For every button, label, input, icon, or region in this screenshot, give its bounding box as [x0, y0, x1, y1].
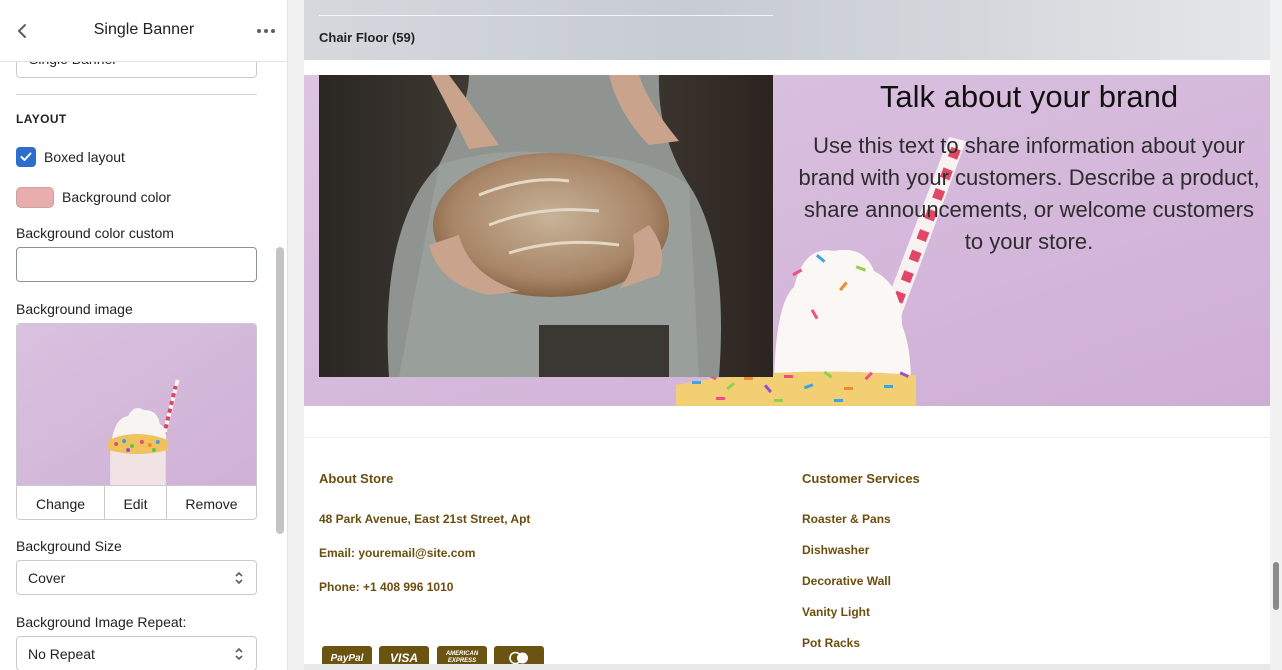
- background-size-select[interactable]: Cover: [16, 560, 257, 595]
- collection-hero: Chair Floor (59): [304, 0, 1270, 60]
- single-banner: Talk about your brand Use this text to s…: [304, 75, 1270, 406]
- boxed-layout-label: Boxed layout: [44, 149, 125, 165]
- preview-scrollbar[interactable]: [1273, 562, 1279, 610]
- more-actions-button[interactable]: [253, 20, 279, 42]
- collection-title[interactable]: Chair Floor (59): [319, 30, 415, 45]
- select-caret-icon: [235, 571, 243, 585]
- background-image-label: Background image: [16, 301, 133, 317]
- background-color-label: Background color: [62, 189, 171, 205]
- background-image-picker: Change Edit Remove: [16, 323, 257, 520]
- background-repeat-value: No Repeat: [28, 646, 95, 662]
- footer-link-dishwasher[interactable]: Dishwasher: [802, 543, 869, 557]
- panel-title: Single Banner: [93, 21, 195, 38]
- select-caret-icon: [235, 647, 243, 661]
- background-color-custom-label: Background color custom: [16, 225, 174, 241]
- preview-bottom-edge: [304, 664, 1270, 670]
- boxed-layout-checkbox[interactable]: Boxed layout: [16, 147, 125, 167]
- edit-image-button[interactable]: Edit: [105, 486, 167, 519]
- background-size-value: Cover: [28, 570, 66, 586]
- background-image-thumbnail: [17, 324, 256, 485]
- footer-link-decorative-wall[interactable]: Decorative Wall: [802, 574, 891, 588]
- more-dot-icon: [271, 29, 275, 33]
- background-size-label: Background Size: [16, 538, 122, 554]
- panel-scrollbar[interactable]: [276, 247, 284, 534]
- background-color-custom-input[interactable]: [16, 247, 257, 282]
- footer-divider: [304, 437, 1270, 438]
- store-phone[interactable]: Phone: +1 408 996 1010: [319, 580, 453, 594]
- change-image-button[interactable]: Change: [17, 486, 105, 519]
- more-dot-icon: [264, 29, 268, 33]
- divider: [16, 94, 257, 95]
- mastercard-circles-icon: [509, 651, 528, 665]
- banner-heading: Talk about your brand: [879, 79, 1179, 114]
- settings-panel: Single Banner LAYOUT Boxed layout Backgr…: [0, 0, 288, 670]
- footer-link-vanity-light[interactable]: Vanity Light: [802, 605, 870, 619]
- banner-text: Use this text to share information about…: [798, 133, 1260, 254]
- banner-photo-bread: [319, 75, 773, 377]
- footer-link-roaster-pans[interactable]: Roaster & Pans: [802, 512, 891, 526]
- checkmark-icon: [20, 152, 32, 161]
- background-color-picker[interactable]: Background color: [16, 186, 171, 208]
- background-repeat-label: Background Image Repeat:: [16, 614, 187, 630]
- more-dot-icon: [257, 29, 261, 33]
- background-repeat-select[interactable]: No Repeat: [16, 636, 257, 670]
- store-address: 48 Park Avenue, East 21st Street, Apt: [319, 512, 531, 526]
- footer-link-pot-racks[interactable]: Pot Racks: [802, 636, 860, 650]
- store-email[interactable]: Email: youremail@site.com: [319, 546, 475, 560]
- image-actions: Change Edit Remove: [17, 485, 256, 519]
- hero-divider: [319, 15, 773, 16]
- panel-header: Single Banner: [0, 0, 287, 62]
- section-heading-layout: LAYOUT: [16, 112, 67, 126]
- store-preview: Chair Floor (59) Talk about your brand U…: [304, 0, 1270, 670]
- background-color-swatch[interactable]: [16, 186, 54, 208]
- remove-image-button[interactable]: Remove: [167, 486, 256, 519]
- about-store-heading: About Store: [319, 471, 394, 486]
- customer-services-heading: Customer Services: [802, 471, 920, 486]
- theme-editor: Single Banner LAYOUT Boxed layout Backgr…: [0, 0, 1282, 670]
- checkbox-checked[interactable]: [16, 147, 36, 167]
